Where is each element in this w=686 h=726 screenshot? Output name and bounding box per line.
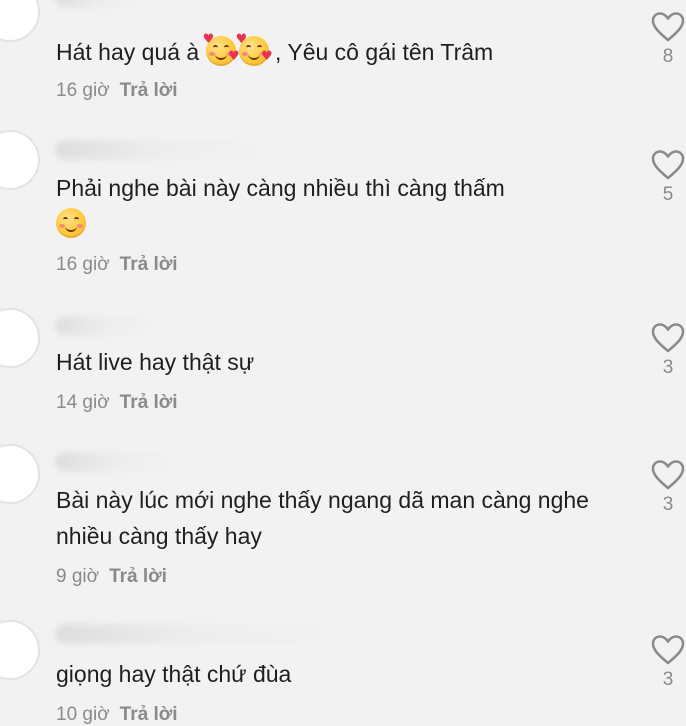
comment-text: Bài này lúc mới nghe thấy ngang dã man c… [56,482,626,554]
comment-time: 14 giờ [56,392,110,413]
reply-button[interactable]: Trả lời [120,392,178,413]
username-blurred[interactable] [55,452,175,472]
like-count: 3 [662,669,674,690]
reply-button[interactable]: Trả lời [120,80,178,101]
smiling-face-with-hearts-icon [203,33,240,66]
like-count: 3 [662,357,674,378]
heart-outline-icon[interactable] [651,150,685,180]
comment-text-part: giọng hay thật chứ đùa [56,661,292,687]
comment-time: 10 giờ [56,704,110,725]
comment-text-part: Hát hay quá à [56,39,206,65]
username-blurred[interactable] [55,316,155,336]
comment-text: Hát hay quá à , Yêu cô gái tên Trâm [56,33,626,70]
comment-meta: 14 giờ Trả lời [56,392,178,414]
heart-outline-icon[interactable] [651,12,685,42]
heart-outline-icon[interactable] [651,635,685,665]
reply-button[interactable]: Trả lời [120,704,178,725]
smiling-face-icon [56,208,86,238]
avatar[interactable] [0,308,40,368]
like-control[interactable]: 8 [648,12,686,68]
username-blurred[interactable] [55,0,145,8]
like-count: 8 [662,46,674,67]
reply-button[interactable]: Trả lời [120,254,178,275]
heart-outline-icon[interactable] [651,323,685,353]
reply-button[interactable]: Trả lời [109,566,167,587]
username-blurred[interactable] [55,624,335,644]
comment-meta: 9 giờ Trả lời [56,566,167,588]
comment-time: 9 giờ [56,566,100,587]
username-blurred[interactable] [55,140,265,160]
like-control[interactable]: 3 [648,323,686,379]
comment-time: 16 giờ [56,254,110,275]
avatar[interactable] [0,130,40,190]
avatar[interactable] [0,0,40,42]
comment-meta: 16 giờ Trả lời [56,80,178,102]
like-control[interactable]: 3 [648,635,686,691]
comment-text: Phải nghe bài này càng nhiều thì càng th… [56,170,626,242]
comment-text: Hát live hay thật sự [56,344,626,380]
like-control[interactable]: 5 [648,150,686,206]
comment-text-part: Phải nghe bài này càng nhiều thì càng th… [56,175,505,201]
comment-text: giọng hay thật chứ đùa [56,656,626,692]
comment-time: 16 giờ [56,80,110,101]
avatar[interactable] [0,444,40,504]
like-count: 5 [662,184,674,205]
heart-outline-icon[interactable] [651,460,685,490]
avatar[interactable] [0,620,40,680]
like-control[interactable]: 3 [648,460,686,516]
comment-text-part: Hát live hay thật sự [56,349,255,375]
comment-text-part: Bài này lúc mới nghe thấy ngang dã man c… [56,487,589,549]
smiling-face-with-hearts-icon [236,33,273,66]
comment-meta: 16 giờ Trả lời [56,254,178,276]
like-count: 3 [662,494,674,515]
comment-text-part: , Yêu cô gái tên Trâm [268,39,494,65]
